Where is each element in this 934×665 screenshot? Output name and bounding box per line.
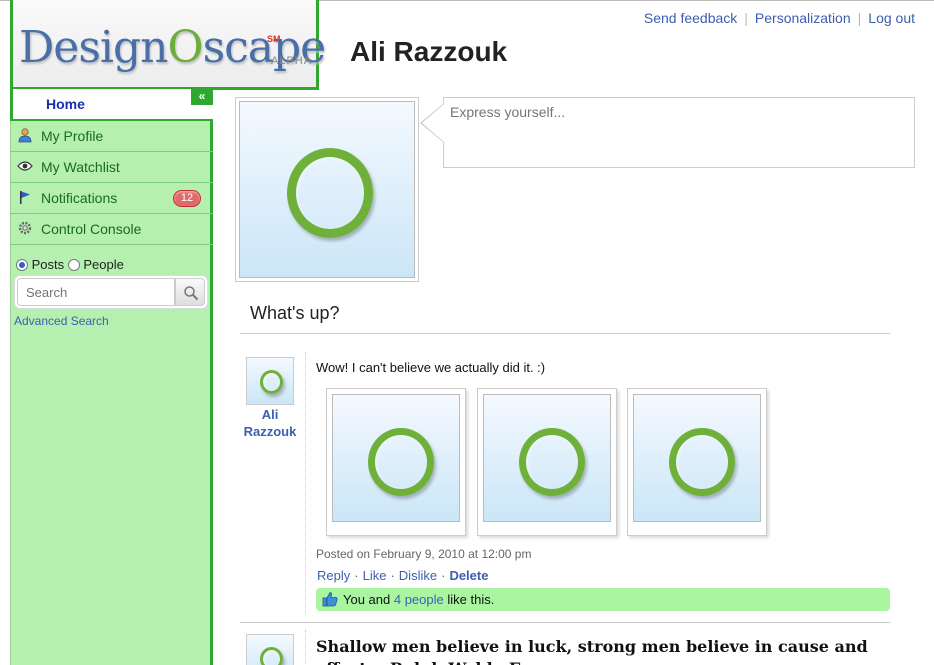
profile-picture[interactable] [235,97,419,282]
posts-radio[interactable] [16,259,28,271]
avatar[interactable] [246,634,294,665]
collapse-sidebar-button[interactable]: « [191,89,213,105]
people-radio[interactable] [67,259,80,271]
person-icon [17,128,33,144]
flag-icon [17,190,33,206]
post-divider-line [305,352,306,614]
sidebar-item-label: Control Console [41,221,142,237]
search-input[interactable] [17,278,175,306]
reply-link[interactable]: Reply [317,568,350,583]
feed-heading: What's up? [250,303,340,323]
profile-picture-image [239,101,415,278]
likers-link[interactable]: 4 people [394,592,444,607]
post-photo-image [483,394,611,522]
sidebar-item-label: My Profile [41,128,104,144]
logo-o-icon [368,428,434,496]
status-composer[interactable] [443,97,915,168]
post-timestamp: Posted on February 9, 2010 at 12:00 pm [316,547,532,561]
header-links: Send feedback | Personalization | Log out [644,10,915,26]
logo-o-icon [260,647,283,665]
like-link[interactable]: Like [363,568,387,583]
separator: · [354,568,359,583]
likes-bar: You and 4 people like this. [316,588,890,611]
logo-o-icon [519,428,585,496]
search-box [14,275,208,309]
logout-link[interactable]: Log out [868,10,915,26]
likes-text: You and 4 people like this. [343,592,495,607]
gear-icon [17,221,33,237]
send-feedback-link[interactable]: Send feedback [644,10,737,26]
logo-o-icon [260,370,283,394]
posts-radio-label: Posts [31,257,65,272]
post-author-link[interactable]: Ali Razzouk [240,406,300,440]
search-icon [184,286,199,301]
logo[interactable]: DesignOscape SM ALPHA [10,0,326,90]
post-actions: Reply · Like · Dislike · Delete [317,568,488,583]
separator: · [390,568,395,583]
post-photo[interactable] [627,388,767,536]
sidebar-item-home[interactable]: Home [10,89,213,121]
sidebar-item-label: Home [46,96,85,112]
dislike-link[interactable]: Dislike [399,568,437,583]
eye-icon [17,159,33,175]
sidebar-item-notifications[interactable]: Notifications 12 [10,183,213,214]
separator: | [857,10,862,26]
sidebar-item-label: Notifications [41,190,118,206]
sidebar-item-label: My Watchlist [41,159,120,175]
personalization-link[interactable]: Personalization [755,10,851,26]
divider [240,333,890,334]
avatar[interactable] [246,357,294,405]
post-photo-image [633,394,761,522]
post-divider-line [305,630,306,665]
sidebar-item-control-console[interactable]: Control Console [10,214,213,245]
sidebar-item-my-profile[interactable]: My Profile [10,121,213,152]
post-text: Shallow men believe in luck, strong men … [316,637,868,665]
page-title: Ali Razzouk [350,36,508,67]
logo-trademark: SM [267,34,281,44]
notification-count-badge: 12 [173,190,201,207]
people-radio-label: People [83,257,124,272]
post-photo[interactable] [326,388,466,536]
delete-link[interactable]: Delete [449,568,488,583]
search-button[interactable] [175,278,205,306]
logo-o-icon [669,428,735,496]
status-input[interactable] [450,104,890,120]
post-photo[interactable] [477,388,617,536]
composer-pointer-fill [422,104,444,142]
divider [240,622,890,623]
post-photo-image [332,394,460,522]
advanced-search-link[interactable]: Advanced Search [14,314,109,328]
logo-o-icon [287,148,373,238]
post-text: Wow! I can't believe we actually did it.… [316,360,546,375]
logo-alpha-tag: ALPHA [271,55,313,67]
thumbs-up-icon [322,591,338,610]
sidebar-item-my-watchlist[interactable]: My Watchlist [10,152,213,183]
separator: | [744,10,748,26]
search-scope: Posts People [16,257,124,272]
separator: · [441,568,446,583]
